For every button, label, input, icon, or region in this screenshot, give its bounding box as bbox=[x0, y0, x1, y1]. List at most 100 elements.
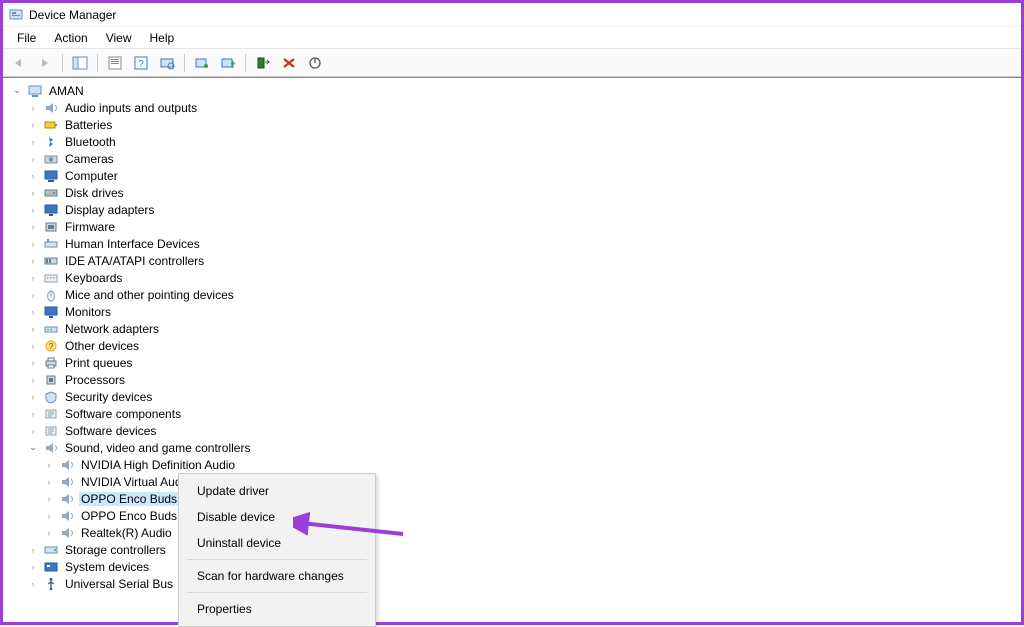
titlebar: Device Manager bbox=[3, 3, 1021, 27]
software-icon bbox=[43, 424, 59, 438]
usb-icon bbox=[43, 577, 59, 591]
menu-help[interactable]: Help bbox=[142, 29, 183, 47]
show-hide-tree-button[interactable] bbox=[68, 52, 92, 74]
tree-node-human-interface-devices[interactable]: ›Human Interface Devices bbox=[9, 235, 1015, 252]
sound-icon bbox=[59, 492, 75, 506]
sound-icon bbox=[43, 441, 59, 455]
context-menu-disable-device[interactable]: Disable device bbox=[179, 504, 375, 530]
menu-view[interactable]: View bbox=[98, 29, 140, 47]
tree-node-nvidia-high-definition-audio[interactable]: › NVIDIA High Definition Audio bbox=[9, 456, 1015, 473]
tree-node-label: Universal Serial Bus bbox=[63, 577, 175, 591]
expander-spacer: › bbox=[27, 238, 39, 250]
tree-node-label: Keyboards bbox=[63, 271, 124, 285]
tree-node-system-devices[interactable]: ›System devices bbox=[9, 558, 1015, 575]
other-icon: ? bbox=[43, 339, 59, 353]
menu-action[interactable]: Action bbox=[46, 29, 95, 47]
expander-spacer: › bbox=[27, 561, 39, 573]
tree-node-label: Monitors bbox=[63, 305, 113, 319]
tree-node-software-devices[interactable]: ›Software devices bbox=[9, 422, 1015, 439]
tree-node-cameras[interactable]: ›Cameras bbox=[9, 150, 1015, 167]
tree-node-software-components[interactable]: ›Software components bbox=[9, 405, 1015, 422]
expander-spacer: › bbox=[27, 306, 39, 318]
tree-node-label: NVIDIA High Definition Audio bbox=[79, 458, 237, 472]
toolbar-separator bbox=[184, 54, 185, 72]
help-button[interactable]: ? bbox=[129, 52, 153, 74]
disable-device-button[interactable] bbox=[303, 52, 327, 74]
add-legacy-button[interactable] bbox=[216, 52, 240, 74]
context-menu-properties[interactable]: Properties bbox=[179, 596, 375, 622]
collapse-icon[interactable]: ⌄ bbox=[11, 85, 23, 97]
svg-text:?: ? bbox=[49, 342, 54, 351]
tree-node-print-queues[interactable]: ›Print queues bbox=[9, 354, 1015, 371]
display-icon bbox=[43, 203, 59, 217]
tree-node-storage-controllers[interactable]: ›Storage controllers bbox=[9, 541, 1015, 558]
tree-node-keyboards[interactable]: ›Keyboards bbox=[9, 269, 1015, 286]
tree-node-label: Sound, video and game controllers bbox=[63, 441, 252, 455]
system-icon bbox=[43, 560, 59, 574]
tree-node-universal-serial-bus[interactable]: ›Universal Serial Bus bbox=[9, 575, 1015, 592]
tree-node-oppo-enco-buds[interactable]: ›OPPO Enco Buds bbox=[9, 490, 1015, 507]
context-menu-scan-for-hardware-changes[interactable]: Scan for hardware changes bbox=[179, 563, 375, 589]
tree-node-computer[interactable]: ›Computer bbox=[9, 167, 1015, 184]
tree-node-network-adapters[interactable]: ›Network adapters bbox=[9, 320, 1015, 337]
tree-node-label: Software components bbox=[63, 407, 183, 421]
tree-node-label: IDE ATA/ATAPI controllers bbox=[63, 254, 206, 268]
tree-node-monitors[interactable]: › Monitors bbox=[9, 303, 1015, 320]
expander-spacer: › bbox=[43, 493, 55, 505]
back-button[interactable] bbox=[7, 52, 31, 74]
toolbar-separator bbox=[62, 54, 63, 72]
expander-spacer: › bbox=[27, 323, 39, 335]
expander-spacer: › bbox=[27, 102, 39, 114]
tree-node-processors[interactable]: ›Processors bbox=[9, 371, 1015, 388]
context-menu: Update driverDisable deviceUninstall dev… bbox=[178, 473, 376, 627]
tree-node-audio-inputs-and-outputs[interactable]: › Audio inputs and outputs bbox=[9, 99, 1015, 116]
expander-spacer: › bbox=[27, 374, 39, 386]
tree-node-security-devices[interactable]: ›Security devices bbox=[9, 388, 1015, 405]
cpu-icon bbox=[43, 373, 59, 387]
tree-node-realtek-r-audio[interactable]: ›Realtek(R) Audio bbox=[9, 524, 1015, 541]
tree-node-disk-drives[interactable]: ›Disk drives bbox=[9, 184, 1015, 201]
forward-button[interactable] bbox=[33, 52, 57, 74]
context-menu-uninstall-device[interactable]: Uninstall device bbox=[179, 530, 375, 556]
hid-icon bbox=[43, 237, 59, 251]
toolbar-separator bbox=[245, 54, 246, 72]
tree-node-other-devices[interactable]: ›?Other devices bbox=[9, 337, 1015, 354]
collapse-icon[interactable]: ⌄ bbox=[27, 442, 39, 454]
toolbar-separator bbox=[97, 54, 98, 72]
device-tree[interactable]: ⌄AMAN › Audio inputs and outputs›Batteries… bbox=[3, 77, 1021, 622]
battery-icon bbox=[43, 118, 59, 132]
expander-spacer: › bbox=[27, 357, 39, 369]
expander-spacer: › bbox=[27, 170, 39, 182]
expander-spacer: › bbox=[27, 391, 39, 403]
scan-hardware-button[interactable] bbox=[155, 52, 179, 74]
expander-spacer: › bbox=[27, 136, 39, 148]
menu-file[interactable]: File bbox=[9, 29, 44, 47]
tree-node-oppo-enco-buds[interactable]: ›OPPO Enco Buds bbox=[9, 507, 1015, 524]
tree-node-mice-and-other-pointing-devices[interactable]: ›Mice and other pointing devices bbox=[9, 286, 1015, 303]
tree-node-firmware[interactable]: ›Firmware bbox=[9, 218, 1015, 235]
tree-node-label: Other devices bbox=[63, 339, 141, 353]
expander-spacer: › bbox=[27, 119, 39, 131]
firmware-icon bbox=[43, 220, 59, 234]
properties-button[interactable] bbox=[103, 52, 127, 74]
tree-node-label: Cameras bbox=[63, 152, 116, 166]
storage-icon bbox=[43, 543, 59, 557]
uninstall-device-button[interactable] bbox=[277, 52, 301, 74]
mouse-icon bbox=[43, 288, 59, 302]
tree-node-nvidia-virtual-audio-device-wave-extensible-wdm[interactable]: ›NVIDIA Virtual Audio Device (Wave Exten… bbox=[9, 473, 1015, 490]
tree-node-ide-ata-atapi-controllers[interactable]: ›IDE ATA/ATAPI controllers bbox=[9, 252, 1015, 269]
enable-device-button[interactable] bbox=[251, 52, 275, 74]
tree-node-aman[interactable]: ⌄AMAN bbox=[9, 82, 1015, 99]
monitor-icon bbox=[43, 305, 59, 319]
expander-spacer: › bbox=[43, 459, 55, 471]
tree-node-label: Audio inputs and outputs bbox=[63, 101, 199, 115]
tree-node-sound-video-and-game-controllers[interactable]: ⌄ Sound, video and game controllers bbox=[9, 439, 1015, 456]
context-menu-update-driver[interactable]: Update driver bbox=[179, 478, 375, 504]
security-icon bbox=[43, 390, 59, 404]
tree-node-batteries[interactable]: ›Batteries bbox=[9, 116, 1015, 133]
update-driver-button[interactable] bbox=[190, 52, 214, 74]
tree-node-bluetooth[interactable]: ›Bluetooth bbox=[9, 133, 1015, 150]
tree-node-display-adapters[interactable]: ›Display adapters bbox=[9, 201, 1015, 218]
toolbar: ? bbox=[3, 49, 1021, 77]
sound-icon bbox=[59, 509, 75, 523]
